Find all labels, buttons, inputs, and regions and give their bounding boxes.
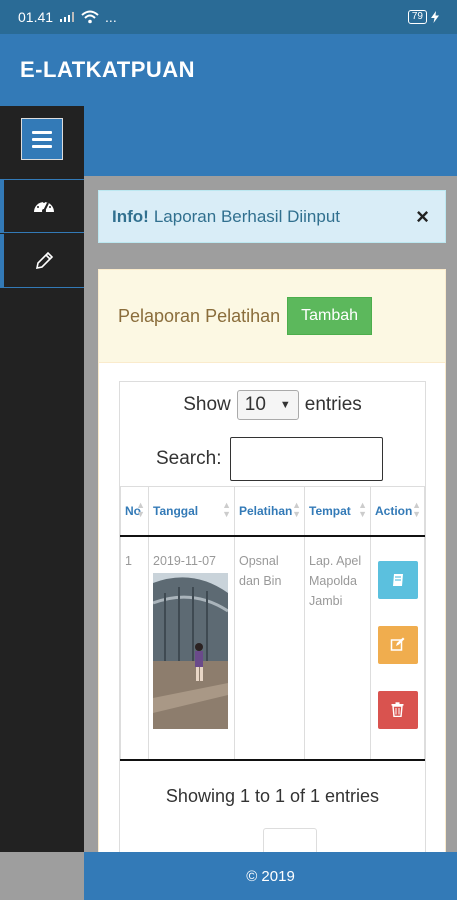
report-photo[interactable]	[153, 572, 228, 729]
page-length-value: 10	[244, 394, 266, 415]
column-header-tanggal[interactable]: Tanggal ▲ ▼	[148, 486, 235, 537]
data-table-wrapper: Show 10 ▼ entries Search: No ▲ ▼ Tanggal ▲ ▼…	[119, 381, 426, 871]
cell-tempat: Lap. Apel Mapolda Jambi	[304, 535, 371, 761]
sort-icon: ▲ ▼	[136, 500, 145, 519]
date-text: 2019-11-07	[153, 553, 217, 568]
table-header-row: No ▲ ▼ Tanggal ▲ ▼ Pelatihan ▲ ▼ Tempat ▲ ▼ Acti…	[120, 486, 425, 537]
search-input[interactable]	[230, 437, 384, 481]
alert-message: Laporan Berhasil Diinput	[153, 206, 340, 226]
cell-pelatihan: Opsnal dan Bin	[234, 535, 305, 761]
hamburger-icon	[32, 144, 52, 148]
info-alert: Info! Laporan Berhasil Diinput ×	[98, 190, 446, 243]
panel-title: Pelaporan Pelatihan	[118, 305, 281, 326]
add-button[interactable]: Tambah	[287, 297, 373, 335]
close-icon[interactable]: ×	[416, 204, 429, 230]
view-button[interactable]	[377, 560, 418, 599]
table-row: 1 2019-11-07 Opsnal dan Bin Lap. Apel Ma…	[120, 535, 425, 761]
cell-no: 1	[120, 535, 149, 761]
menu-toggle-button[interactable]	[21, 118, 63, 160]
sort-icon: ▲ ▼	[222, 500, 231, 519]
page-length-select[interactable]: 10 ▼	[236, 390, 299, 420]
column-header-tempat[interactable]: Tempat ▲ ▼	[304, 486, 371, 537]
charging-icon	[431, 11, 439, 23]
app-header: E-LATKATPUAN	[0, 34, 457, 106]
show-label: Show	[183, 394, 231, 415]
dashboard-icon	[34, 201, 54, 213]
table-info: Showing 1 to 1 of 1 entries	[165, 786, 380, 806]
column-header-no[interactable]: No ▲ ▼	[120, 486, 149, 537]
entries-label: entries	[304, 394, 362, 415]
book-icon	[392, 573, 403, 586]
signal-icon	[60, 12, 75, 22]
edit-button[interactable]	[377, 625, 418, 664]
edit-icon	[390, 637, 405, 651]
page-length-control: Show 10 ▼ entries	[120, 390, 425, 420]
status-time: 01.41	[18, 9, 54, 25]
alert-strong: Info!	[112, 206, 149, 226]
hamburger-icon	[32, 130, 52, 134]
app-title[interactable]: E-LATKATPUAN	[20, 57, 195, 83]
sort-icon: ▲ ▼	[292, 500, 301, 519]
network-more: ...	[105, 9, 117, 25]
cell-action	[370, 535, 425, 761]
copyright: © 2019	[246, 867, 295, 885]
trash-icon	[391, 702, 404, 717]
sort-icon: ▲ ▼	[358, 500, 367, 519]
panel-heading: Pelaporan Pelatihan Tambah	[99, 270, 445, 363]
column-header-action[interactable]: Action ▲ ▼	[370, 486, 425, 537]
report-table: No ▲ ▼ Tanggal ▲ ▼ Pelatihan ▲ ▼ Tempat ▲ ▼ Acti…	[120, 486, 425, 761]
content-top-strip	[84, 106, 457, 176]
sort-icon: ▲ ▼	[412, 500, 421, 519]
sidebar-item-report[interactable]	[0, 234, 84, 288]
cell-tanggal: 2019-11-07	[148, 535, 235, 761]
column-header-pelatihan[interactable]: Pelatihan ▲ ▼	[234, 486, 305, 537]
sidebar	[0, 106, 84, 852]
search-label: Search:	[156, 448, 222, 469]
hamburger-icon	[32, 137, 52, 141]
status-bar: 01.41 ... 79	[0, 0, 457, 34]
pencil-icon	[35, 251, 54, 269]
wifi-icon	[81, 10, 99, 24]
sidebar-item-dashboard[interactable]	[0, 179, 84, 233]
report-panel: Pelaporan Pelatihan Tambah Show 10 ▼ ent…	[98, 269, 446, 871]
footer: © 2019	[84, 852, 457, 900]
battery-level: 79	[407, 10, 427, 24]
delete-button[interactable]	[377, 690, 418, 729]
dropdown-arrow-icon: ▼	[279, 399, 291, 411]
search-control: Search:	[156, 437, 384, 481]
